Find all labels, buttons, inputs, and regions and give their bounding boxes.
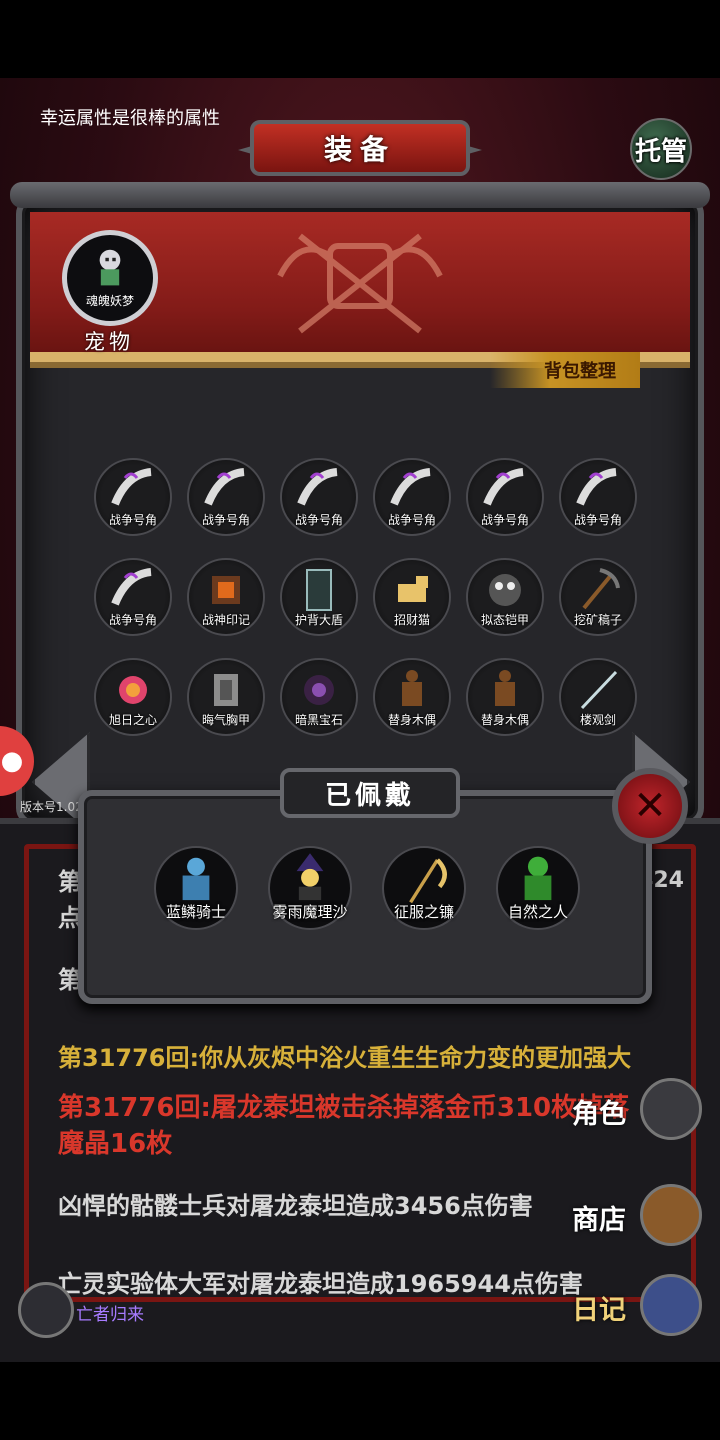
horn-icon (576, 468, 617, 506)
item-label: 招财猫 (393, 613, 430, 627)
cat-icon (398, 576, 428, 602)
item-label: 战争号角 (201, 513, 250, 527)
item-slot[interactable]: 晦气胸甲 (187, 658, 265, 736)
worn-title: 已佩戴 (280, 768, 460, 818)
worn-slot[interactable]: 自然之人 (496, 846, 580, 930)
diary-label: 日记 (572, 1295, 626, 1326)
auto-play-button[interactable]: 托管 (630, 118, 692, 180)
item-slot[interactable]: 楼观剑 (559, 658, 637, 736)
version-text: 版本号1.02 (20, 800, 83, 814)
pickaxe-icon (582, 568, 620, 610)
worn-slot[interactable]: 蓝鳞骑士 (154, 846, 238, 930)
item-slot[interactable]: 战争号角 (280, 458, 358, 536)
helmet-icon (640, 1078, 702, 1140)
pet-sprite-icon (99, 249, 121, 286)
item-label: 战争号角 (480, 513, 529, 527)
horn-icon (111, 468, 152, 506)
mark-icon (212, 576, 240, 604)
horn-icon (390, 468, 431, 506)
crossed-swords-emblem-icon (277, 233, 443, 334)
worn-item-label: 自然之人 (507, 903, 568, 921)
game-screen: 幸运属性是很棒的属性 背包整理 装备 托管 魂魄妖梦 宠物 战争号角 战争号角 … (0, 78, 720, 1362)
worn-row: 蓝鳞骑士 雾雨魔理沙 征服之镰 自然之人 (154, 846, 580, 930)
close-button[interactable]: ✕ (612, 768, 688, 844)
item-label: 楼观剑 (579, 713, 616, 727)
item-label: 旭日之心 (108, 713, 157, 727)
log-line-2: 第31776回:屠龙泰坦被击杀掉落金币310枚掉落 (58, 1093, 630, 1123)
hint-text: 幸运属性是很棒的属性 (40, 108, 220, 129)
gem-icon (304, 675, 334, 705)
chestplate-icon (214, 674, 238, 706)
horn-icon (111, 568, 152, 606)
mug-icon (640, 1184, 702, 1246)
panel-title-plate: 装备 (250, 120, 470, 176)
sort-bag-button[interactable]: 背包整理 (490, 352, 640, 388)
horn-icon (483, 468, 524, 506)
item-slot[interactable]: 战争号角 (559, 458, 637, 536)
pet-label: 宠物 (84, 330, 134, 354)
worn-slot[interactable]: 征服之镰 (382, 846, 466, 930)
worn-item-label: 征服之镰 (393, 903, 454, 921)
role-label: 角色 (572, 1099, 626, 1130)
item-slot[interactable]: 战神印记 (187, 558, 265, 636)
player-name: 亡者归来 (76, 1305, 144, 1325)
item-label: 战争号角 (573, 513, 622, 527)
item-label: 战神印记 (201, 613, 250, 627)
worn-item-label: 雾雨魔理沙 (272, 903, 348, 921)
item-slot[interactable]: 暗黑宝石 (280, 658, 358, 736)
item-slot[interactable]: 战争号角 (187, 458, 265, 536)
shop-button[interactable]: 商店 (572, 1184, 702, 1250)
item-label: 战争号角 (108, 513, 157, 527)
role-button[interactable]: 角色 (572, 1078, 702, 1144)
worn-slot[interactable]: 雾雨魔理沙 (268, 846, 352, 930)
item-slot[interactable]: 替身木偶 (373, 658, 451, 736)
pet-slot[interactable]: 魂魄妖梦 (62, 230, 158, 326)
puppet-icon (402, 670, 422, 706)
horn-icon (204, 468, 245, 506)
item-label: 替身木偶 (387, 713, 436, 727)
item-grid: 战争号角 战争号角 战争号角 战争号角 战争号角 战争号角 战争号角 战神印记 护背大盾 招财猫拟… (94, 458, 642, 736)
shield-icon (306, 569, 332, 611)
item-slot[interactable]: 替身木偶 (466, 658, 544, 736)
log-line-5: 亡灵实验体大军对屠龙泰坦造成1965944点伤害 (58, 1270, 583, 1298)
item-label: 战争号角 (387, 513, 436, 527)
diary-button[interactable]: 日记 (572, 1274, 702, 1340)
item-label: 战争号角 (108, 613, 157, 627)
item-label: 护背大盾 (294, 613, 343, 627)
item-slot[interactable]: 战争号角 (94, 458, 172, 536)
player-avatar[interactable] (18, 1282, 74, 1338)
armor-icon (489, 574, 521, 606)
panel-title: 装备 (323, 133, 396, 166)
worn-item-label: 蓝鳞骑士 (165, 903, 226, 921)
item-slot[interactable]: 旭日之心 (94, 658, 172, 736)
item-slot[interactable]: 护背大盾 (280, 558, 358, 636)
item-slot[interactable]: 战争号角 (373, 458, 451, 536)
log-line-3: 魔晶16枚 (58, 1129, 173, 1159)
item-slot[interactable]: 拟态铠甲 (466, 558, 544, 636)
item-label: 替身木偶 (480, 713, 529, 727)
book-icon (640, 1274, 702, 1336)
item-slot[interactable]: 战争号角 (94, 558, 172, 636)
sword-icon (580, 670, 618, 710)
item-label: 挖矿稿子 (573, 613, 622, 627)
item-label: 拟态铠甲 (480, 613, 529, 627)
log-line-4: 凶悍的骷髅士兵对屠龙泰坦造成3456点伤害 (58, 1192, 533, 1220)
item-slot[interactable]: 招财猫 (373, 558, 451, 636)
worn-panel: 已佩戴 蓝鳞骑士 雾雨魔理沙 征服之镰 自然之人 (78, 768, 652, 1004)
puppet-icon (495, 670, 515, 706)
item-slot[interactable]: 挖矿稿子 (559, 558, 637, 636)
shop-label: 商店 (572, 1205, 626, 1236)
item-label: 暗黑宝石 (294, 713, 343, 727)
heart-icon (119, 676, 147, 704)
horn-icon (297, 468, 338, 506)
pet-name: 魂魄妖梦 (85, 294, 134, 308)
item-label: 晦气胸甲 (201, 713, 250, 727)
item-slot[interactable]: 战争号角 (466, 458, 544, 536)
log-line-1: 第31776回:你从灰烬中浴火重生生命力变的更加强大 (58, 1044, 632, 1072)
item-label: 战争号角 (294, 513, 343, 527)
